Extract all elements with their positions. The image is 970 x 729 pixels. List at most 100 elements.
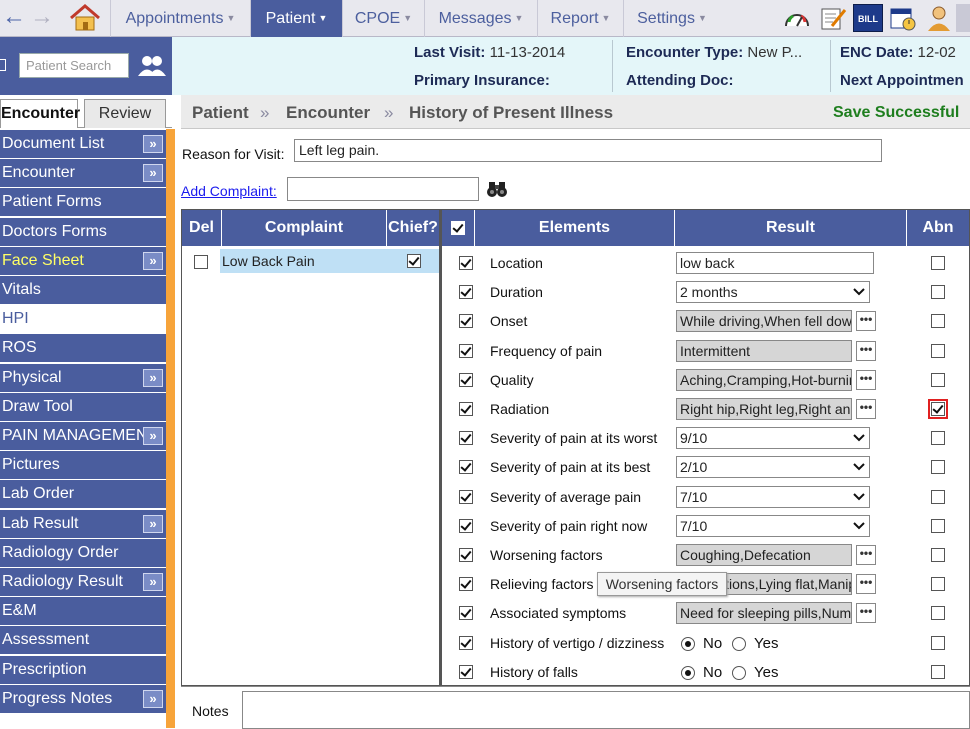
expand-chevron-icon[interactable]: » — [143, 689, 163, 708]
breadcrumb-encounter[interactable]: Encounter — [286, 103, 370, 123]
expand-chevron-icon[interactable]: » — [143, 573, 163, 591]
abnormal-checkbox[interactable] — [931, 577, 945, 592]
more-options-button[interactable]: ••• — [856, 340, 876, 361]
breadcrumb-patient[interactable]: Patient — [192, 103, 249, 123]
complaint-search-input[interactable] — [287, 177, 479, 201]
sidebar-item-lab-result[interactable]: Lab Result » — [0, 509, 166, 538]
element-include-checkbox[interactable] — [459, 256, 473, 270]
expand-chevron-icon[interactable]: » — [143, 164, 163, 183]
sidebar-item-radiology-result[interactable]: Radiology Result » — [0, 568, 166, 596]
element-include-checkbox[interactable] — [459, 431, 473, 446]
element-include-checkbox[interactable] — [459, 606, 473, 621]
result-multiselect[interactable]: Need for sleeping pills,Numbness — [676, 602, 852, 625]
edit-document-icon[interactable] — [818, 4, 848, 32]
radio-yes[interactable] — [732, 665, 746, 680]
result-multiselect[interactable]: Aching,Cramping,Hot-burning — [676, 368, 852, 391]
abnormal-checkbox[interactable] — [931, 606, 945, 621]
abnormal-checkbox[interactable] — [931, 256, 945, 270]
sidebar-splitter[interactable] — [166, 129, 175, 728]
menu-cpoe[interactable]: CPOE ▼ — [342, 0, 424, 37]
result-select[interactable]: 9/10 — [676, 427, 870, 450]
menu-messages[interactable]: Messages ▼ — [424, 0, 537, 37]
expand-chevron-icon[interactable]: » — [143, 135, 163, 153]
result-select[interactable]: 7/10 — [676, 485, 870, 508]
abnormal-checkbox[interactable] — [931, 372, 945, 387]
menu-toggle-icon[interactable] — [0, 59, 6, 71]
arrow-right-icon[interactable]: → — [30, 5, 54, 29]
bill-icon[interactable]: BILL — [853, 4, 883, 32]
options-icon[interactable] — [956, 4, 970, 32]
calendar-clock-icon[interactable] — [888, 4, 918, 32]
abnormal-checkbox[interactable] — [931, 635, 945, 650]
element-include-checkbox[interactable] — [459, 635, 473, 650]
expand-chevron-icon[interactable]: » — [143, 514, 163, 533]
menu-appointments[interactable]: Appointments ▼ — [110, 0, 250, 37]
sidebar-item-physical[interactable]: Physical » — [0, 363, 166, 392]
abnormal-checkbox[interactable] — [931, 518, 945, 533]
home-icon[interactable] — [68, 3, 102, 33]
patient-search-input[interactable]: Patient Search — [19, 53, 129, 78]
abnormal-checkbox[interactable] — [931, 548, 945, 562]
chief-complaint-checkbox[interactable] — [407, 254, 421, 268]
element-include-checkbox[interactable] — [459, 372, 473, 387]
abnormal-checkbox[interactable] — [931, 460, 945, 475]
radio-no[interactable] — [681, 636, 695, 651]
expand-chevron-icon[interactable]: » — [143, 368, 163, 387]
user-icon[interactable] — [924, 4, 954, 32]
sidebar-item-assessment[interactable]: Assessment — [0, 626, 166, 655]
element-include-checkbox[interactable] — [459, 314, 473, 329]
more-options-button[interactable]: ••• — [856, 574, 876, 595]
delete-complaint-checkbox[interactable] — [194, 255, 208, 269]
tab-review[interactable]: Review — [84, 99, 166, 128]
radio-yes[interactable] — [732, 636, 746, 651]
sidebar-item-encounter[interactable]: Encounter » — [0, 159, 166, 188]
abnormal-checkbox[interactable] — [928, 399, 948, 419]
abnormal-checkbox[interactable] — [931, 489, 945, 504]
patients-group-icon[interactable] — [137, 53, 167, 78]
sidebar-item-ros[interactable]: ROS — [0, 334, 166, 363]
element-include-checkbox[interactable] — [459, 489, 473, 504]
more-options-button[interactable]: ••• — [856, 399, 876, 419]
sidebar-item-hpi[interactable]: HPI — [0, 305, 166, 334]
sidebar-item-draw-tool[interactable]: Draw Tool — [0, 392, 166, 421]
sidebar-item-pain-management[interactable]: PAIN MANAGEMENT» — [0, 422, 166, 450]
element-include-checkbox[interactable] — [459, 343, 473, 358]
element-include-checkbox[interactable] — [459, 548, 473, 562]
abnormal-checkbox[interactable] — [931, 664, 945, 679]
expand-chevron-icon[interactable]: » — [143, 427, 163, 445]
sidebar-item-document-list[interactable]: Document List » — [0, 130, 166, 158]
menu-report[interactable]: Report ▼ — [537, 0, 623, 37]
abnormal-checkbox[interactable] — [931, 314, 945, 329]
arrow-left-icon[interactable]: ← — [2, 5, 26, 29]
abnormal-checkbox[interactable] — [931, 343, 945, 358]
abnormal-checkbox[interactable] — [931, 431, 945, 446]
binoculars-icon[interactable] — [486, 179, 508, 199]
sidebar-item-doctors-forms[interactable]: Doctors Forms — [0, 217, 166, 246]
result-multiselect[interactable]: Coughing,Defecation — [676, 544, 852, 566]
menu-patient[interactable]: Patient ▼ — [250, 0, 342, 37]
sidebar-item-lab-order[interactable]: Lab Order — [0, 480, 166, 509]
more-options-button[interactable]: ••• — [856, 603, 876, 624]
more-options-button[interactable]: ••• — [856, 311, 876, 332]
complaint-row[interactable]: Low Back Pain — [182, 247, 439, 275]
result-multiselect[interactable]: Intermittent — [676, 339, 852, 362]
expand-chevron-icon[interactable]: » — [143, 251, 163, 270]
select-all-checkbox[interactable] — [451, 221, 465, 235]
element-include-checkbox[interactable] — [459, 460, 473, 475]
dashboard-gauge-icon[interactable] — [782, 4, 812, 32]
sidebar-item-progress-notes[interactable]: Progress Notes » — [0, 684, 166, 713]
more-options-button[interactable]: ••• — [856, 545, 876, 565]
sidebar-item-face-sheet[interactable]: Face Sheet » — [0, 246, 166, 275]
notes-input[interactable] — [242, 691, 970, 729]
sidebar-item-pictures[interactable]: Pictures — [0, 451, 166, 480]
complaint-name[interactable]: Low Back Pain — [220, 249, 389, 273]
sidebar-item-radiology-order[interactable]: Radiology Order — [0, 538, 166, 567]
sidebar-item-patient-forms[interactable]: Patient Forms — [0, 188, 166, 217]
sidebar-item-vitals[interactable]: Vitals — [0, 276, 166, 304]
element-include-checkbox[interactable] — [459, 664, 473, 679]
result-select[interactable]: 2/10 — [676, 456, 870, 479]
result-multiselect[interactable]: While driving,When fell down — [676, 310, 852, 333]
menu-settings[interactable]: Settings ▼ — [623, 0, 720, 37]
result-multiselect[interactable]: Right hip,Right leg,Right ankle — [676, 398, 852, 420]
result-select[interactable]: 2 months — [676, 281, 870, 304]
